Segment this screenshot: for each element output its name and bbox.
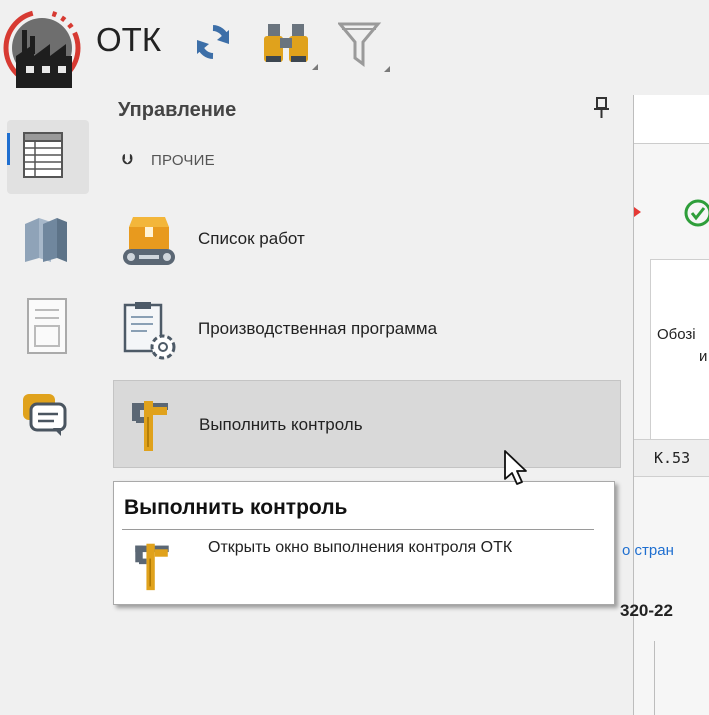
page-link[interactable]: о стран: [622, 542, 674, 559]
grid-list-icon: [23, 132, 63, 183]
nav-item-books[interactable]: [7, 200, 89, 274]
background-main-panel: Обозі и К.53 о стран 320-22: [620, 95, 709, 715]
refresh-icon[interactable]: [193, 22, 233, 62]
menu-item-label: Производственная программа: [198, 319, 438, 338]
section-label[interactable]: ПРОЧИЕ: [151, 152, 215, 169]
app-title: ОТК: [96, 21, 162, 58]
menu-item-perform-control[interactable]: Выполнить контроль: [113, 380, 621, 468]
menu-item-production-program[interactable]: Производственная программа: [113, 285, 621, 373]
table-header-text: и: [699, 348, 708, 365]
tooltip-divider: [122, 529, 594, 530]
table-header-text: Обозі: [657, 326, 696, 343]
nav-item-chat[interactable]: [7, 378, 89, 452]
table-cell: К.53: [654, 449, 691, 467]
nav-item-list[interactable]: [7, 120, 89, 194]
table-header-cell: Обозі и: [650, 259, 709, 440]
menu-item-label: Выполнить контроль: [199, 415, 363, 434]
tooltip-description: Открыть окно выполнения контроля ОТК: [208, 539, 513, 556]
arrow-marker-icon: [634, 207, 641, 217]
tooltip-title: Выполнить контроль: [124, 496, 348, 519]
books-icon: [21, 214, 69, 269]
app-logo-icon[interactable]: [2, 6, 86, 90]
mouse-cursor-icon: [503, 449, 529, 492]
caliper-icon: [122, 397, 178, 453]
dropdown-arrow-icon: [384, 66, 390, 72]
caliper-icon: [126, 538, 178, 594]
pin-icon[interactable]: [592, 96, 612, 125]
filter-icon[interactable]: [336, 22, 390, 72]
top-toolbar: ОТК: [0, 0, 709, 95]
panel-title: Управление: [118, 99, 237, 121]
program-settings-icon: [121, 301, 177, 360]
check-circle-icon[interactable]: [684, 199, 709, 232]
divider: [654, 641, 655, 715]
code-text: 320-22: [620, 601, 673, 620]
chat-icon: [21, 392, 67, 443]
active-nav-marker: [7, 133, 10, 165]
menu-item-label: Список работ: [198, 229, 305, 248]
tooltip: Выполнить контроль Открыть окно выполнен…: [113, 481, 615, 605]
nav-item-document[interactable]: [7, 290, 89, 364]
search-field[interactable]: [634, 95, 709, 144]
document-icon: [27, 298, 67, 359]
menu-item-work-list[interactable]: Список работ: [113, 195, 621, 283]
conveyor-box-icon: [121, 211, 177, 267]
table-row[interactable]: К.53: [634, 439, 709, 477]
dropdown-arrow-icon: [312, 64, 318, 70]
binoculars-icon[interactable]: [262, 20, 318, 70]
collapse-chevron-icon[interactable]: ⮋: [122, 151, 133, 168]
